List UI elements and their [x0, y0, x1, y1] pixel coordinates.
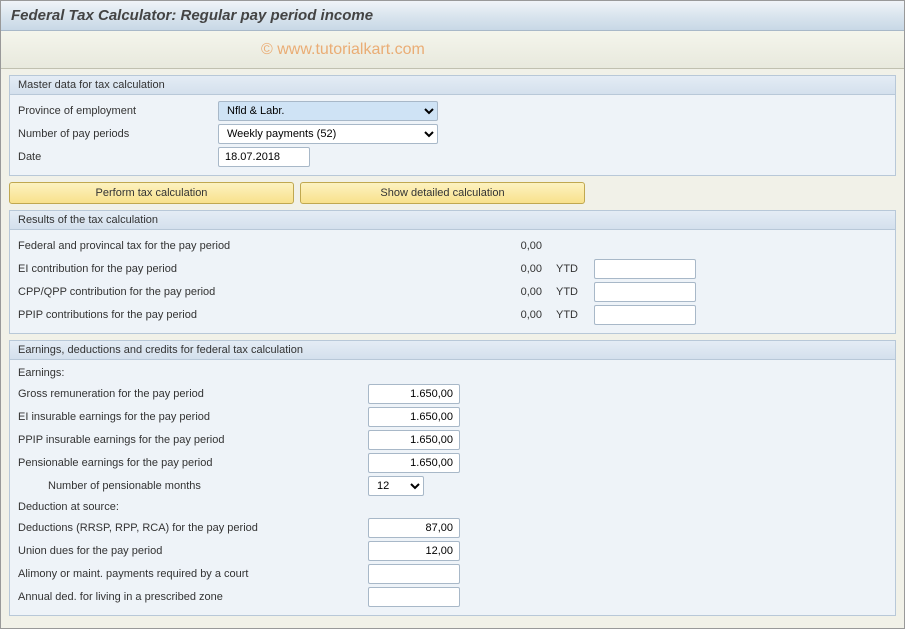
- ei-earn-input[interactable]: [368, 407, 460, 427]
- earnings-panel: Earnings, deductions and credits for fed…: [9, 340, 896, 616]
- result-row-fed: Federal and provincal tax for the pay pe…: [18, 235, 887, 257]
- results-body: Federal and provincal tax for the pay pe…: [10, 230, 895, 333]
- periods-select[interactable]: Weekly payments (52): [218, 124, 438, 144]
- ppip-earn-input[interactable]: [368, 430, 460, 450]
- periods-row: Number of pay periods Weekly payments (5…: [18, 123, 887, 145]
- periods-label: Number of pay periods: [18, 126, 218, 142]
- earnings-header: Earnings, deductions and credits for fed…: [10, 341, 895, 360]
- result-label: Federal and provincal tax for the pay pe…: [18, 238, 368, 254]
- ded-label: Alimony or maint. payments required by a…: [18, 566, 368, 582]
- ytd-label: YTD: [556, 263, 594, 275]
- annual-ded-input[interactable]: [368, 587, 460, 607]
- months-row: Number of pensionable months 12: [18, 475, 887, 497]
- perform-tax-button[interactable]: Perform tax calculation: [9, 182, 294, 204]
- main-window: Federal Tax Calculator: Regular pay peri…: [0, 0, 905, 629]
- title-bar: Federal Tax Calculator: Regular pay peri…: [1, 1, 904, 31]
- ded-label: Union dues for the pay period: [18, 543, 368, 559]
- ytd-label: YTD: [556, 286, 594, 298]
- master-data-panel: Master data for tax calculation Province…: [9, 75, 896, 176]
- master-data-body: Province of employment Nfld & Labr. Numb…: [10, 95, 895, 175]
- rrsp-input[interactable]: [368, 518, 460, 538]
- earn-row-ei: EI insurable earnings for the pay period: [18, 406, 887, 428]
- result-row-ppip: PPIP contributions for the pay period 0,…: [18, 304, 887, 326]
- ytd-ei-input[interactable]: [594, 259, 696, 279]
- toolbar: © www.tutorialkart.com: [1, 31, 904, 69]
- show-detailed-button[interactable]: Show detailed calculation: [300, 182, 585, 204]
- page-title: Federal Tax Calculator: Regular pay peri…: [11, 7, 373, 24]
- union-input[interactable]: [368, 541, 460, 561]
- months-select[interactable]: 12: [368, 476, 424, 496]
- result-value: 0,00: [458, 240, 550, 252]
- result-value: 0,00: [458, 309, 550, 321]
- deduction-section-label: Deduction at source:: [18, 498, 887, 516]
- result-value: 0,00: [458, 286, 550, 298]
- province-select[interactable]: Nfld & Labr.: [218, 101, 438, 121]
- result-row-cpp: CPP/QPP contribution for the pay period …: [18, 281, 887, 303]
- earn-label: Pensionable earnings for the pay period: [18, 455, 368, 471]
- ytd-cpp-input[interactable]: [594, 282, 696, 302]
- result-value: 0,00: [458, 263, 550, 275]
- earn-row-pension: Pensionable earnings for the pay period: [18, 452, 887, 474]
- earn-label: Gross remuneration for the pay period: [18, 386, 368, 402]
- pension-earn-input[interactable]: [368, 453, 460, 473]
- ded-row-alimony: Alimony or maint. payments required by a…: [18, 563, 887, 585]
- watermark: © www.tutorialkart.com: [261, 41, 425, 59]
- earn-label: EI insurable earnings for the pay period: [18, 409, 368, 425]
- content-area: Master data for tax calculation Province…: [1, 69, 904, 628]
- action-buttons: Perform tax calculation Show detailed ca…: [9, 182, 896, 204]
- province-label: Province of employment: [18, 103, 218, 119]
- months-label: Number of pensionable months: [18, 478, 368, 494]
- results-header: Results of the tax calculation: [10, 211, 895, 230]
- master-data-header: Master data for tax calculation: [10, 76, 895, 95]
- earn-row-ppip: PPIP insurable earnings for the pay peri…: [18, 429, 887, 451]
- result-label: EI contribution for the pay period: [18, 261, 368, 277]
- ytd-ppip-input[interactable]: [594, 305, 696, 325]
- gross-input[interactable]: [368, 384, 460, 404]
- date-input[interactable]: [218, 147, 310, 167]
- alimony-input[interactable]: [368, 564, 460, 584]
- date-row: Date: [18, 146, 887, 168]
- province-row: Province of employment Nfld & Labr.: [18, 100, 887, 122]
- result-label: CPP/QPP contribution for the pay period: [18, 284, 368, 300]
- result-label: PPIP contributions for the pay period: [18, 307, 368, 323]
- ded-label: Annual ded. for living in a prescribed z…: [18, 589, 368, 605]
- results-panel: Results of the tax calculation Federal a…: [9, 210, 896, 334]
- earn-row-gross: Gross remuneration for the pay period: [18, 383, 887, 405]
- date-label: Date: [18, 149, 218, 165]
- earn-label: PPIP insurable earnings for the pay peri…: [18, 432, 368, 448]
- ded-row-union: Union dues for the pay period: [18, 540, 887, 562]
- result-row-ei: EI contribution for the pay period 0,00 …: [18, 258, 887, 280]
- ded-label: Deductions (RRSP, RPP, RCA) for the pay …: [18, 520, 368, 536]
- ytd-label: YTD: [556, 309, 594, 321]
- ded-row-rrsp: Deductions (RRSP, RPP, RCA) for the pay …: [18, 517, 887, 539]
- ded-row-annual: Annual ded. for living in a prescribed z…: [18, 586, 887, 608]
- earnings-section-label: Earnings:: [18, 364, 887, 382]
- earnings-body: Earnings: Gross remuneration for the pay…: [10, 360, 895, 615]
